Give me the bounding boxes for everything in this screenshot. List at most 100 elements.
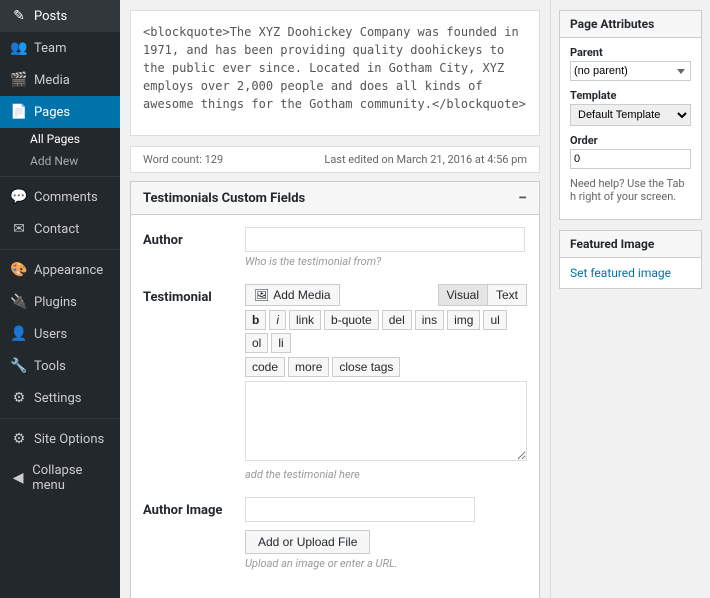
italic-button[interactable]: i	[269, 310, 286, 330]
sidebar-item-label: Posts	[34, 9, 67, 24]
add-media-button[interactable]: 🖼 Add Media	[245, 284, 340, 306]
sidebar-item-settings[interactable]: ⚙ Settings	[0, 382, 120, 414]
sidebar-divider	[0, 176, 120, 177]
word-count: Word count: 129	[143, 153, 223, 166]
editor-toolbar-top: 🖼 Add Media Visual Text	[245, 284, 527, 306]
page-attributes-header: Page Attributes	[560, 11, 701, 38]
order-input[interactable]	[570, 149, 691, 169]
parent-label: Parent	[570, 46, 691, 59]
contact-icon: ✉	[10, 221, 28, 237]
sidebar-item-label: Settings	[34, 391, 81, 406]
sidebar-item-label: Plugins	[34, 295, 77, 310]
media-icon: 🎬	[10, 72, 28, 88]
sidebar-item-media[interactable]: 🎬 Media	[0, 64, 120, 96]
sidebar-item-label: Team	[34, 41, 67, 56]
sidebar-item-posts[interactable]: ✎ Posts	[0, 0, 120, 32]
sidebar-item-appearance[interactable]: 🎨 Appearance	[0, 254, 120, 286]
order-label: Order	[570, 134, 691, 147]
author-image-input[interactable]	[245, 497, 475, 522]
custom-fields-box: Testimonials Custom Fields − Author Who …	[130, 181, 540, 598]
sidebar: ✎ Posts 👥 Team 🎬 Media 📄 Pages All Pages…	[0, 0, 120, 598]
bold-button[interactable]: b	[245, 310, 266, 330]
author-image-input-wrap: Add or Upload File Upload an image or en…	[245, 497, 527, 570]
sidebar-item-users[interactable]: 👤 Users	[0, 318, 120, 350]
visual-button[interactable]: Visual	[438, 284, 487, 306]
team-icon: 👥	[10, 40, 28, 56]
plugins-icon: 🔌	[10, 294, 28, 310]
users-icon: 👤	[10, 326, 28, 342]
set-featured-image-link[interactable]: Set featured image	[570, 266, 671, 280]
sidebar-item-contact[interactable]: ✉ Contact	[0, 213, 120, 245]
view-buttons: Visual Text	[438, 284, 527, 306]
sidebar-divider-2	[0, 249, 120, 250]
ul-button[interactable]: ul	[483, 310, 506, 330]
testimonial-field-row: Testimonial 🖼 Add Media Visual Text	[143, 284, 527, 481]
meta-box-header: Testimonials Custom Fields −	[131, 182, 539, 215]
template-label: Template	[570, 89, 691, 102]
parent-select[interactable]: (no parent)	[570, 61, 691, 81]
sidebar-item-label: Collapse menu	[32, 463, 110, 493]
author-input-wrap: Who is the testimonial from?	[245, 227, 527, 268]
main-area: <blockquote>The XYZ Doohickey Company wa…	[120, 0, 710, 598]
author-hint: Who is the testimonial from?	[245, 255, 527, 268]
code-button[interactable]: code	[245, 357, 285, 377]
del-button[interactable]: del	[382, 310, 412, 330]
template-select[interactable]: Default Template	[570, 104, 691, 126]
sidebar-sub-all-pages[interactable]: All Pages	[0, 128, 120, 150]
last-edited: Last edited on March 21, 2016 at 4:56 pm	[324, 153, 527, 166]
sidebar-item-label: Contact	[34, 222, 79, 237]
close-tags-button[interactable]: close tags	[332, 357, 400, 377]
posts-icon: ✎	[10, 8, 28, 24]
pages-icon: 📄	[10, 104, 28, 120]
link-button[interactable]: link	[289, 310, 321, 330]
author-image-field-row: Author Image Add or Upload File Upload a…	[143, 497, 527, 570]
featured-image-header: Featured Image	[560, 231, 701, 258]
sidebar-item-pages[interactable]: 📄 Pages	[0, 96, 120, 128]
testimonial-textarea[interactable]	[245, 381, 527, 461]
right-sidebar: Page Attributes Parent (no parent) Templ…	[550, 0, 710, 598]
meta-box-toggle[interactable]: −	[518, 190, 527, 206]
sidebar-item-tools[interactable]: 🔧 Tools	[0, 350, 120, 382]
word-count-bar: Word count: 129 Last edited on March 21,…	[130, 146, 540, 173]
add-media-label: Add Media	[273, 288, 330, 302]
add-media-icon: 🖼	[254, 288, 269, 302]
sidebar-item-plugins[interactable]: 🔌 Plugins	[0, 286, 120, 318]
ol-button[interactable]: ol	[245, 333, 268, 353]
appearance-icon: 🎨	[10, 262, 28, 278]
format-bar-2: code more close tags	[245, 357, 527, 377]
img-button[interactable]: img	[447, 310, 480, 330]
sidebar-item-label: Appearance	[34, 263, 103, 278]
upload-file-button[interactable]: Add or Upload File	[245, 530, 370, 554]
sidebar-item-label: Media	[34, 73, 70, 88]
page-attributes-box: Page Attributes Parent (no parent) Templ…	[559, 10, 702, 220]
li-button[interactable]: li	[271, 333, 290, 353]
sidebar-item-label: Users	[34, 327, 67, 342]
more-button[interactable]: more	[288, 357, 329, 377]
collapse-icon: ◀	[10, 470, 26, 486]
sidebar-item-label: Pages	[34, 105, 70, 120]
author-field-row: Author Who is the testimonial from?	[143, 227, 527, 268]
sidebar-item-team[interactable]: 👥 Team	[0, 32, 120, 64]
sidebar-sub-add-new[interactable]: Add New	[0, 150, 120, 172]
meta-box-body: Author Who is the testimonial from? Test…	[131, 215, 539, 598]
sidebar-item-label: Comments	[34, 190, 98, 205]
meta-box-title: Testimonials Custom Fields	[143, 191, 305, 206]
author-input[interactable]	[245, 227, 525, 252]
text-button[interactable]: Text	[487, 284, 527, 306]
sidebar-item-site-options[interactable]: ⚙ Site Options	[0, 423, 120, 455]
sidebar-item-comments[interactable]: 💬 Comments	[0, 181, 120, 213]
bquote-button[interactable]: b-quote	[324, 310, 379, 330]
testimonial-label: Testimonial	[143, 284, 233, 305]
testimonial-editor: 🖼 Add Media Visual Text b i link	[245, 284, 527, 481]
ins-button[interactable]: ins	[415, 310, 444, 330]
sidebar-item-collapse[interactable]: ◀ Collapse menu	[0, 455, 120, 501]
page-attributes-body: Parent (no parent) Template Default Temp…	[560, 38, 701, 219]
sidebar-item-label: Site Options	[34, 432, 104, 447]
help-text: Need help? Use the Tab h right of your s…	[570, 177, 691, 203]
editor-content: <blockquote>The XYZ Doohickey Company wa…	[130, 10, 540, 136]
upload-hint: Upload an image or enter a URL.	[245, 557, 527, 570]
blockquote-text: <blockquote>The XYZ Doohickey Company wa…	[143, 23, 527, 113]
comments-icon: 💬	[10, 189, 28, 205]
testimonial-hint: add the testimonial here	[245, 468, 527, 481]
settings-icon: ⚙	[10, 390, 28, 406]
